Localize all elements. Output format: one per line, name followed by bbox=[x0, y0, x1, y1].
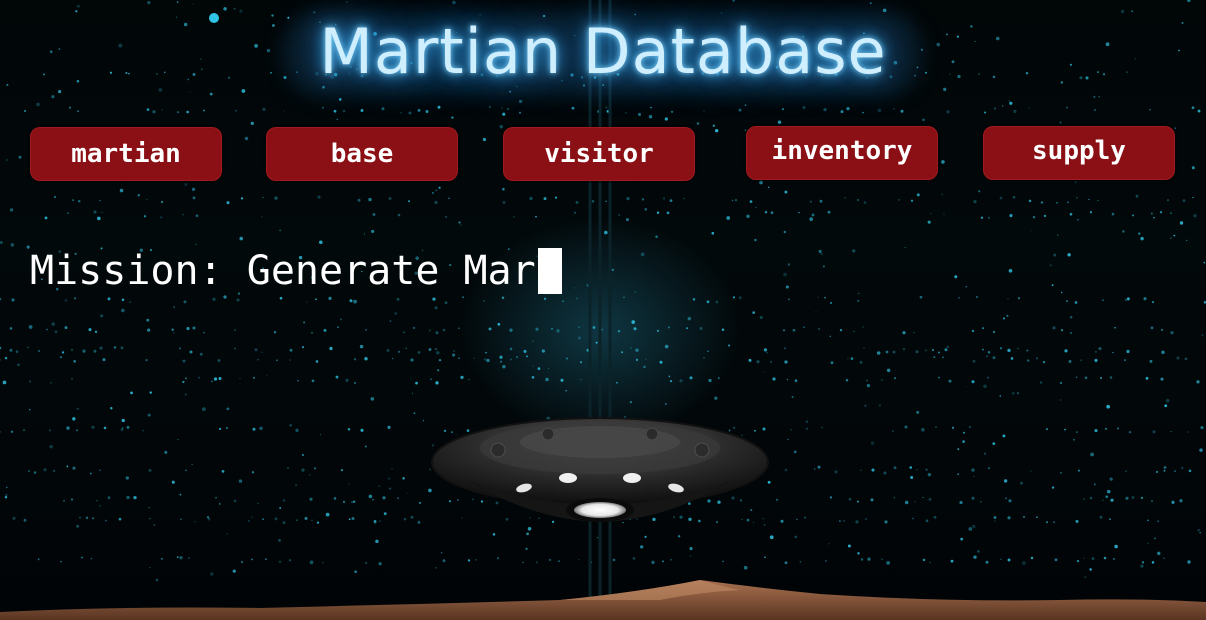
nav-button-label: base bbox=[330, 139, 394, 169]
nav-button-visitor[interactable]: visitor bbox=[503, 127, 695, 181]
nav-button-label: martian bbox=[71, 139, 181, 169]
mission-text: Mission: Generate Mar bbox=[30, 248, 536, 294]
page-title: Martian Database bbox=[319, 15, 887, 88]
mission-typewriter: Mission: Generate Mar bbox=[30, 248, 562, 294]
nav-button-supply[interactable]: supply bbox=[983, 126, 1175, 180]
nav-button-label: supply bbox=[1032, 136, 1126, 166]
ufo-icon bbox=[431, 417, 769, 522]
nav-button-label: inventory bbox=[771, 136, 913, 166]
nav-button-inventory[interactable]: inventory bbox=[746, 126, 938, 180]
nav-button-base[interactable]: base bbox=[266, 127, 458, 181]
page-background: Martian Database martian base visitor in… bbox=[0, 0, 1206, 620]
text-cursor bbox=[537, 248, 562, 294]
nav-button-label: visitor bbox=[544, 139, 654, 169]
mars-ground bbox=[0, 580, 1206, 620]
nav-button-martian[interactable]: martian bbox=[30, 127, 222, 181]
